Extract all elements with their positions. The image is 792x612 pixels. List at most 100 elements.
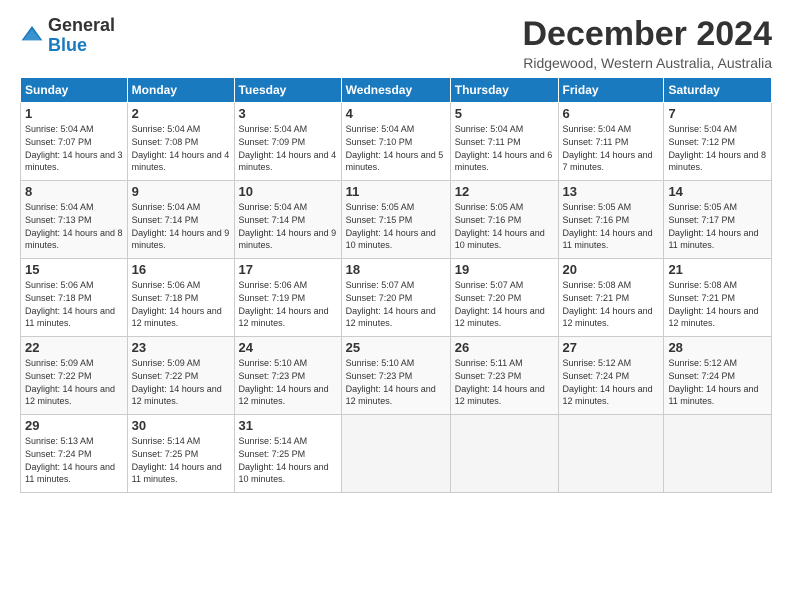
- col-monday: Monday: [127, 78, 234, 103]
- day-number: 25: [346, 340, 446, 355]
- table-row: 19 Sunrise: 5:07 AMSunset: 7:20 PMDaylig…: [450, 259, 558, 337]
- col-tuesday: Tuesday: [234, 78, 341, 103]
- table-row: 12 Sunrise: 5:05 AMSunset: 7:16 PMDaylig…: [450, 181, 558, 259]
- cell-info: Sunrise: 5:10 AMSunset: 7:23 PMDaylight:…: [346, 358, 436, 406]
- day-number: 13: [563, 184, 660, 199]
- day-number: 2: [132, 106, 230, 121]
- day-number: 14: [668, 184, 767, 199]
- table-row: 26 Sunrise: 5:11 AMSunset: 7:23 PMDaylig…: [450, 337, 558, 415]
- table-row: 3 Sunrise: 5:04 AMSunset: 7:09 PMDayligh…: [234, 103, 341, 181]
- table-row: [341, 415, 450, 493]
- table-row: 30 Sunrise: 5:14 AMSunset: 7:25 PMDaylig…: [127, 415, 234, 493]
- location-subtitle: Ridgewood, Western Australia, Australia: [522, 55, 772, 71]
- day-number: 1: [25, 106, 123, 121]
- logo: General Blue: [20, 16, 115, 56]
- table-row: 17 Sunrise: 5:06 AMSunset: 7:19 PMDaylig…: [234, 259, 341, 337]
- generalblue-icon: [20, 24, 44, 44]
- col-friday: Friday: [558, 78, 664, 103]
- day-number: 9: [132, 184, 230, 199]
- cell-info: Sunrise: 5:04 AMSunset: 7:08 PMDaylight:…: [132, 124, 230, 172]
- calendar-week-row: 22 Sunrise: 5:09 AMSunset: 7:22 PMDaylig…: [21, 337, 772, 415]
- cell-info: Sunrise: 5:09 AMSunset: 7:22 PMDaylight:…: [132, 358, 222, 406]
- cell-info: Sunrise: 5:04 AMSunset: 7:13 PMDaylight:…: [25, 202, 123, 250]
- cell-info: Sunrise: 5:12 AMSunset: 7:24 PMDaylight:…: [668, 358, 758, 406]
- cell-info: Sunrise: 5:08 AMSunset: 7:21 PMDaylight:…: [563, 280, 653, 328]
- table-row: 10 Sunrise: 5:04 AMSunset: 7:14 PMDaylig…: [234, 181, 341, 259]
- cell-info: Sunrise: 5:04 AMSunset: 7:14 PMDaylight:…: [132, 202, 230, 250]
- cell-info: Sunrise: 5:06 AMSunset: 7:18 PMDaylight:…: [25, 280, 115, 328]
- cell-info: Sunrise: 5:06 AMSunset: 7:18 PMDaylight:…: [132, 280, 222, 328]
- table-row: 4 Sunrise: 5:04 AMSunset: 7:10 PMDayligh…: [341, 103, 450, 181]
- day-number: 17: [239, 262, 337, 277]
- day-number: 10: [239, 184, 337, 199]
- day-number: 7: [668, 106, 767, 121]
- table-row: 14 Sunrise: 5:05 AMSunset: 7:17 PMDaylig…: [664, 181, 772, 259]
- header: General Blue December 2024 Ridgewood, We…: [20, 16, 772, 71]
- cell-info: Sunrise: 5:14 AMSunset: 7:25 PMDaylight:…: [132, 436, 222, 484]
- table-row: 23 Sunrise: 5:09 AMSunset: 7:22 PMDaylig…: [127, 337, 234, 415]
- logo-general: General: [48, 15, 115, 35]
- day-number: 3: [239, 106, 337, 121]
- cell-info: Sunrise: 5:10 AMSunset: 7:23 PMDaylight:…: [239, 358, 329, 406]
- col-wednesday: Wednesday: [341, 78, 450, 103]
- cell-info: Sunrise: 5:05 AMSunset: 7:16 PMDaylight:…: [563, 202, 653, 250]
- cell-info: Sunrise: 5:07 AMSunset: 7:20 PMDaylight:…: [455, 280, 545, 328]
- day-number: 11: [346, 184, 446, 199]
- cell-info: Sunrise: 5:04 AMSunset: 7:12 PMDaylight:…: [668, 124, 766, 172]
- cell-info: Sunrise: 5:04 AMSunset: 7:09 PMDaylight:…: [239, 124, 337, 172]
- table-row: [558, 415, 664, 493]
- table-row: 27 Sunrise: 5:12 AMSunset: 7:24 PMDaylig…: [558, 337, 664, 415]
- day-number: 16: [132, 262, 230, 277]
- table-row: 20 Sunrise: 5:08 AMSunset: 7:21 PMDaylig…: [558, 259, 664, 337]
- cell-info: Sunrise: 5:04 AMSunset: 7:10 PMDaylight:…: [346, 124, 444, 172]
- table-row: 21 Sunrise: 5:08 AMSunset: 7:21 PMDaylig…: [664, 259, 772, 337]
- table-row: 2 Sunrise: 5:04 AMSunset: 7:08 PMDayligh…: [127, 103, 234, 181]
- day-number: 15: [25, 262, 123, 277]
- day-number: 8: [25, 184, 123, 199]
- calendar-week-row: 15 Sunrise: 5:06 AMSunset: 7:18 PMDaylig…: [21, 259, 772, 337]
- table-row: 1 Sunrise: 5:04 AMSunset: 7:07 PMDayligh…: [21, 103, 128, 181]
- day-number: 29: [25, 418, 123, 433]
- day-number: 26: [455, 340, 554, 355]
- cell-info: Sunrise: 5:07 AMSunset: 7:20 PMDaylight:…: [346, 280, 436, 328]
- table-row: 11 Sunrise: 5:05 AMSunset: 7:15 PMDaylig…: [341, 181, 450, 259]
- cell-info: Sunrise: 5:08 AMSunset: 7:21 PMDaylight:…: [668, 280, 758, 328]
- table-row: 18 Sunrise: 5:07 AMSunset: 7:20 PMDaylig…: [341, 259, 450, 337]
- table-row: 9 Sunrise: 5:04 AMSunset: 7:14 PMDayligh…: [127, 181, 234, 259]
- cell-info: Sunrise: 5:05 AMSunset: 7:17 PMDaylight:…: [668, 202, 758, 250]
- day-number: 23: [132, 340, 230, 355]
- cell-info: Sunrise: 5:13 AMSunset: 7:24 PMDaylight:…: [25, 436, 115, 484]
- table-row: [664, 415, 772, 493]
- day-number: 30: [132, 418, 230, 433]
- table-row: 8 Sunrise: 5:04 AMSunset: 7:13 PMDayligh…: [21, 181, 128, 259]
- page: General Blue December 2024 Ridgewood, We…: [0, 0, 792, 503]
- day-number: 22: [25, 340, 123, 355]
- day-number: 4: [346, 106, 446, 121]
- table-row: 22 Sunrise: 5:09 AMSunset: 7:22 PMDaylig…: [21, 337, 128, 415]
- table-row: 7 Sunrise: 5:04 AMSunset: 7:12 PMDayligh…: [664, 103, 772, 181]
- day-number: 28: [668, 340, 767, 355]
- cell-info: Sunrise: 5:04 AMSunset: 7:07 PMDaylight:…: [25, 124, 123, 172]
- day-number: 5: [455, 106, 554, 121]
- table-row: 24 Sunrise: 5:10 AMSunset: 7:23 PMDaylig…: [234, 337, 341, 415]
- calendar-header-row: Sunday Monday Tuesday Wednesday Thursday…: [21, 78, 772, 103]
- table-row: 15 Sunrise: 5:06 AMSunset: 7:18 PMDaylig…: [21, 259, 128, 337]
- col-saturday: Saturday: [664, 78, 772, 103]
- calendar-week-row: 1 Sunrise: 5:04 AMSunset: 7:07 PMDayligh…: [21, 103, 772, 181]
- table-row: 25 Sunrise: 5:10 AMSunset: 7:23 PMDaylig…: [341, 337, 450, 415]
- table-row: 6 Sunrise: 5:04 AMSunset: 7:11 PMDayligh…: [558, 103, 664, 181]
- cell-info: Sunrise: 5:05 AMSunset: 7:15 PMDaylight:…: [346, 202, 436, 250]
- calendar-table: Sunday Monday Tuesday Wednesday Thursday…: [20, 77, 772, 493]
- cell-info: Sunrise: 5:04 AMSunset: 7:14 PMDaylight:…: [239, 202, 337, 250]
- day-number: 31: [239, 418, 337, 433]
- table-row: 13 Sunrise: 5:05 AMSunset: 7:16 PMDaylig…: [558, 181, 664, 259]
- day-number: 27: [563, 340, 660, 355]
- table-row: [450, 415, 558, 493]
- day-number: 20: [563, 262, 660, 277]
- table-row: 28 Sunrise: 5:12 AMSunset: 7:24 PMDaylig…: [664, 337, 772, 415]
- cell-info: Sunrise: 5:06 AMSunset: 7:19 PMDaylight:…: [239, 280, 329, 328]
- cell-info: Sunrise: 5:05 AMSunset: 7:16 PMDaylight:…: [455, 202, 545, 250]
- day-number: 21: [668, 262, 767, 277]
- day-number: 6: [563, 106, 660, 121]
- title-block: December 2024 Ridgewood, Western Austral…: [522, 16, 772, 71]
